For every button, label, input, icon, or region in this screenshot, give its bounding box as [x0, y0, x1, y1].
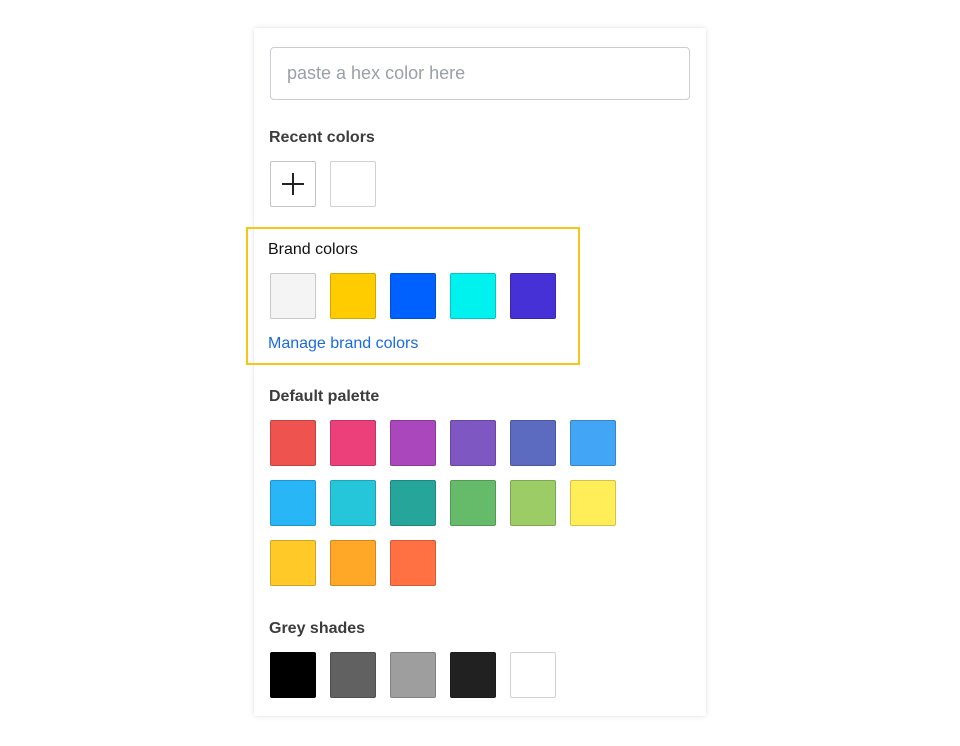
palette-color-swatch[interactable] — [450, 420, 496, 466]
palette-color-swatch[interactable] — [330, 480, 376, 526]
grey-shades-row — [270, 652, 556, 698]
grey-shade-swatch[interactable] — [270, 652, 316, 698]
recent-colors-title: Recent colors — [269, 129, 375, 146]
brand-color-swatch[interactable] — [510, 273, 556, 319]
grey-shades-title: Grey shades — [269, 620, 366, 637]
hex-color-input[interactable] — [270, 47, 690, 100]
plus-icon — [282, 173, 304, 195]
brand-color-swatch[interactable] — [330, 273, 376, 319]
brand-color-swatch[interactable] — [390, 273, 436, 319]
recent-color-swatch[interactable] — [330, 161, 376, 207]
default-palette-row — [270, 420, 616, 466]
palette-color-swatch[interactable] — [570, 420, 616, 466]
default-palette-row — [270, 480, 616, 526]
grey-shade-swatch[interactable] — [510, 652, 556, 698]
palette-color-swatch[interactable] — [510, 420, 556, 466]
brand-colors-row — [270, 273, 556, 319]
manage-brand-colors-link[interactable]: Manage brand colors — [268, 335, 418, 353]
palette-color-swatch[interactable] — [270, 420, 316, 466]
palette-color-swatch[interactable] — [270, 540, 316, 586]
palette-color-swatch[interactable] — [270, 480, 316, 526]
palette-color-swatch[interactable] — [450, 480, 496, 526]
brand-colors-title: Brand colors — [268, 241, 358, 258]
grey-shade-swatch[interactable] — [450, 652, 496, 698]
default-palette-row — [270, 540, 436, 586]
recent-colors-row — [270, 161, 376, 207]
palette-color-swatch[interactable] — [570, 480, 616, 526]
palette-color-swatch[interactable] — [330, 540, 376, 586]
color-picker-panel: Recent colors Brand colors Manage brand … — [246, 28, 706, 716]
add-color-button[interactable] — [270, 161, 316, 207]
palette-color-swatch[interactable] — [510, 480, 556, 526]
brand-color-swatch[interactable] — [450, 273, 496, 319]
default-palette-title: Default palette — [269, 388, 380, 405]
grey-shade-swatch[interactable] — [390, 652, 436, 698]
palette-color-swatch[interactable] — [330, 420, 376, 466]
palette-color-swatch[interactable] — [390, 540, 436, 586]
grey-shade-swatch[interactable] — [330, 652, 376, 698]
brand-color-swatch[interactable] — [270, 273, 316, 319]
palette-color-swatch[interactable] — [390, 480, 436, 526]
palette-color-swatch[interactable] — [390, 420, 436, 466]
